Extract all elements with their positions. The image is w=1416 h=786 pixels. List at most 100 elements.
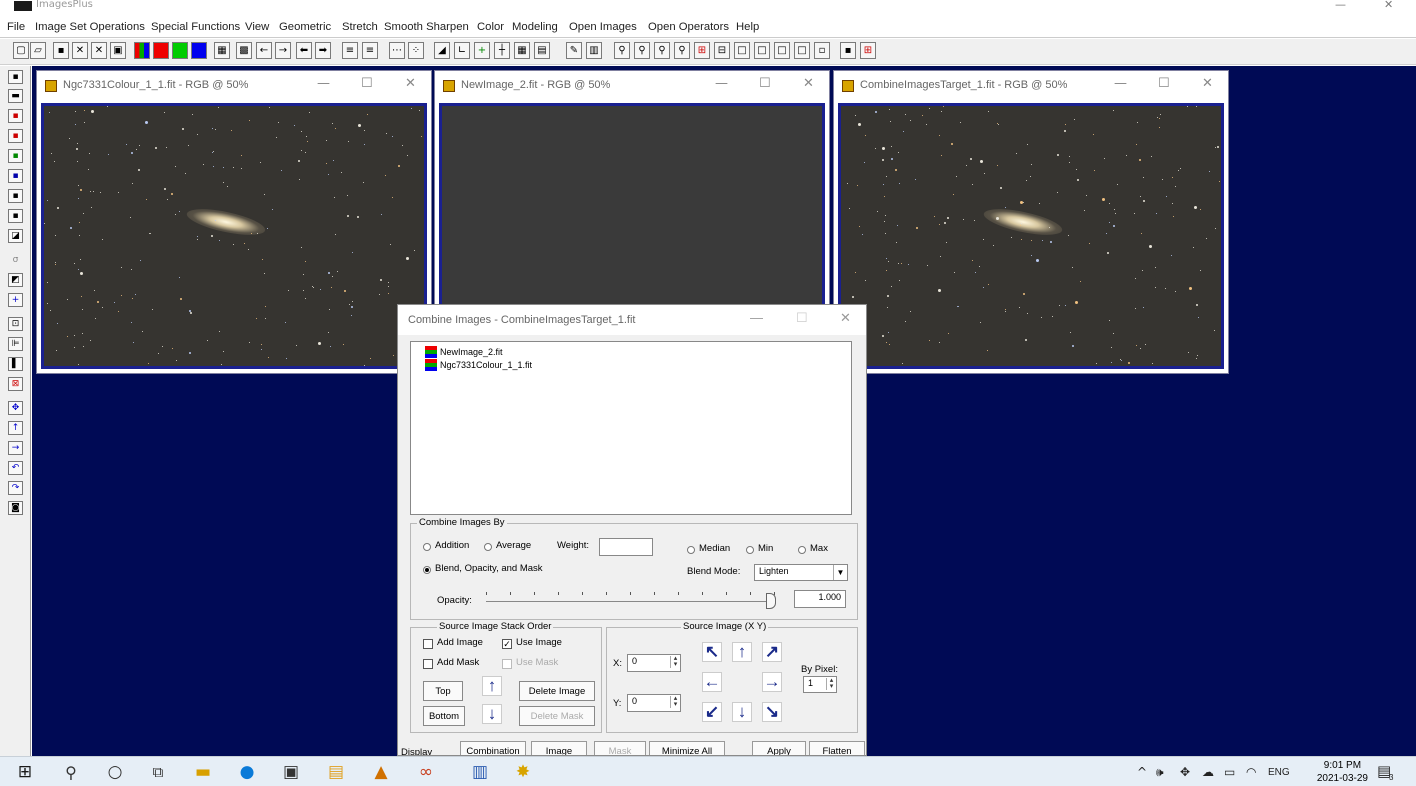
opacity-slider[interactable] bbox=[486, 590, 776, 610]
by-pixel-input[interactable]: 1 ▴ ▾ bbox=[803, 676, 837, 693]
image-icon[interactable]: ▥ bbox=[586, 42, 602, 59]
battery-icon[interactable]: ▭ bbox=[1224, 765, 1235, 779]
layer-red2-icon[interactable]: ▪ bbox=[8, 129, 23, 143]
save-layer-icon[interactable]: ▪ bbox=[8, 70, 23, 84]
minimize-icon[interactable]: — bbox=[715, 76, 728, 91]
layer-corner-icon[interactable]: ◪ bbox=[8, 229, 23, 243]
minimize-icon[interactable]: — bbox=[1114, 76, 1127, 91]
add-image-checkbox[interactable] bbox=[423, 639, 433, 649]
min-radio[interactable] bbox=[746, 546, 754, 554]
new-file-icon[interactable]: ▢ bbox=[13, 42, 29, 59]
menu-image-set-operations[interactable]: Image Set Operations bbox=[35, 21, 145, 33]
menu-special-functions[interactable]: Special Functions bbox=[151, 21, 240, 33]
crosshair-icon[interactable]: + bbox=[474, 42, 490, 59]
store-icon[interactable]: ▣ bbox=[280, 762, 302, 782]
menu-stretch[interactable]: Stretch bbox=[342, 21, 378, 33]
weight-input[interactable] bbox=[599, 538, 653, 556]
align-bottom-icon[interactable]: ≡ bbox=[362, 42, 378, 59]
image-stack-list[interactable]: NewImage_2.fit Ngc7331Colour_1_1.fit bbox=[410, 341, 852, 515]
window-large-icon[interactable]: □ bbox=[734, 42, 750, 59]
arrow-up-icon[interactable]: ↑ bbox=[732, 642, 752, 662]
flatten-button[interactable]: Flatten bbox=[809, 741, 865, 755]
rgb-channels-icon[interactable] bbox=[134, 42, 150, 59]
volume-icon[interactable]: 🕪 bbox=[1156, 765, 1164, 780]
by-pixel-spin-icon[interactable]: ▴ ▾ bbox=[826, 677, 836, 690]
edge-browser-icon[interactable]: ● bbox=[236, 762, 258, 782]
dialog-minimize-icon[interactable]: — bbox=[750, 310, 763, 325]
addition-radio[interactable] bbox=[423, 543, 431, 551]
delete-image-button[interactable]: Delete Image bbox=[519, 681, 595, 701]
grid-icon[interactable]: ▦ bbox=[514, 42, 530, 59]
maximize-icon[interactable]: ☐ bbox=[759, 76, 771, 91]
move-down-arrow-icon[interactable]: ↓ bbox=[482, 704, 502, 724]
levels-icon[interactable]: ⊫ bbox=[8, 337, 23, 351]
red-channel-icon[interactable] bbox=[153, 42, 169, 59]
close-image-icon[interactable]: ✕ bbox=[72, 42, 88, 59]
gradient-icon[interactable]: ◩ bbox=[8, 273, 23, 287]
x-offset-input[interactable]: 0 ▴ ▾ bbox=[627, 654, 681, 672]
image-window-combine-target[interactable]: CombineImagesTarget_1.fit - RGB @ 50% — … bbox=[833, 70, 1229, 374]
dropbox-icon[interactable]: ✥ bbox=[1180, 765, 1190, 779]
astro-image[interactable] bbox=[841, 106, 1221, 366]
minimize-icon[interactable]: — bbox=[317, 76, 330, 91]
window-smaller-icon[interactable]: □ bbox=[794, 42, 810, 59]
curve-icon[interactable]: σ bbox=[8, 253, 23, 267]
maximize-icon[interactable]: ☐ bbox=[1158, 76, 1170, 91]
layer-red-icon[interactable]: ▪ bbox=[8, 109, 23, 123]
arrow-up-left-icon[interactable]: ↖ bbox=[702, 642, 722, 662]
zoom-in-icon[interactable]: ⚲ bbox=[614, 42, 630, 59]
arrow-right-icon[interactable]: → bbox=[762, 672, 782, 692]
triangle-icon[interactable]: ◢ bbox=[434, 42, 450, 59]
collapse-icon[interactable]: ⊟ bbox=[714, 42, 730, 59]
arrow-up-right-icon[interactable]: ↗ bbox=[762, 642, 782, 662]
minimize-all-button[interactable]: Minimize All bbox=[649, 741, 725, 755]
window-min-icon[interactable]: ▪ bbox=[840, 42, 856, 59]
menu-color[interactable]: Color bbox=[477, 21, 504, 33]
layer-green-icon[interactable]: ▪ bbox=[8, 149, 23, 163]
corner-icon[interactable]: ∟ bbox=[454, 42, 470, 59]
blend-radio[interactable] bbox=[423, 566, 431, 574]
luminance-icon[interactable]: ▦ bbox=[214, 42, 230, 59]
align-top-icon[interactable]: ≡ bbox=[342, 42, 358, 59]
clock[interactable]: 9:01 PM 2021-03-29 bbox=[1317, 759, 1368, 785]
arrow-right-icon[interactable]: ➡ bbox=[315, 42, 331, 59]
zoom-out-icon[interactable]: ⚲ bbox=[634, 42, 650, 59]
mask-icon[interactable]: ▬ bbox=[8, 89, 23, 103]
dots-icon[interactable]: ⋯ bbox=[389, 42, 405, 59]
close-icon[interactable]: ✕ bbox=[405, 76, 416, 91]
layer-dark-icon[interactable]: ▪ bbox=[8, 189, 23, 203]
cortana-icon[interactable]: ○ bbox=[104, 762, 126, 782]
y-spin-icon[interactable]: ▴ ▾ bbox=[670, 695, 680, 708]
windows-start-icon[interactable]: ⊞ bbox=[14, 762, 36, 782]
menu-open-images[interactable]: Open Images bbox=[569, 21, 637, 33]
table-icon[interactable]: ▤ bbox=[534, 42, 550, 59]
app-icon-orange[interactable]: ∞ bbox=[415, 762, 437, 782]
app-minimize-icon[interactable]: — bbox=[1335, 0, 1346, 11]
y-offset-input[interactable]: 0 ▴ ▾ bbox=[627, 694, 681, 712]
task-view-icon[interactable]: ⧉ bbox=[147, 762, 169, 782]
app-close-icon[interactable]: ✕ bbox=[1384, 0, 1393, 11]
onedrive-icon[interactable]: ☁ bbox=[1202, 765, 1214, 779]
file-explorer-icon[interactable]: ▬ bbox=[192, 762, 214, 782]
menu-open-operators[interactable]: Open Operators bbox=[648, 21, 729, 33]
combination-button[interactable]: Combination bbox=[460, 741, 526, 755]
grid-dots-icon[interactable]: ⁘ bbox=[408, 42, 424, 59]
open-folder-icon[interactable]: ▱ bbox=[30, 42, 46, 59]
window-tiny-icon[interactable]: ▫ bbox=[814, 42, 830, 59]
arrow-down-right-icon[interactable]: ↘ bbox=[762, 702, 782, 722]
window-medium-icon[interactable]: □ bbox=[754, 42, 770, 59]
image-window-ngc7331[interactable]: Ngc7331Colour_1_1.fit - RGB @ 50% — ☐ ✕ bbox=[36, 70, 432, 374]
layer-multi-icon[interactable]: ▪ bbox=[8, 209, 23, 223]
top-button[interactable]: Top bbox=[423, 681, 463, 701]
rotate-left-icon[interactable]: ↶ bbox=[8, 461, 23, 475]
x-spin-icon[interactable]: ▴ ▾ bbox=[670, 655, 680, 668]
list-item[interactable]: NewImage_2.fit bbox=[425, 346, 503, 358]
apply-button[interactable]: Apply bbox=[752, 741, 806, 755]
square-select-icon[interactable]: ⊡ bbox=[8, 317, 23, 331]
move-up-arrow-icon[interactable]: ↑ bbox=[482, 676, 502, 696]
arrow-down-left-icon[interactable]: ↙ bbox=[702, 702, 722, 722]
green-channel-icon[interactable] bbox=[172, 42, 188, 59]
arrow-right-small-icon[interactable]: → bbox=[275, 42, 291, 59]
opacity-value-field[interactable]: 1.000 bbox=[794, 590, 846, 608]
rotate-right-icon[interactable]: ↷ bbox=[8, 481, 23, 495]
